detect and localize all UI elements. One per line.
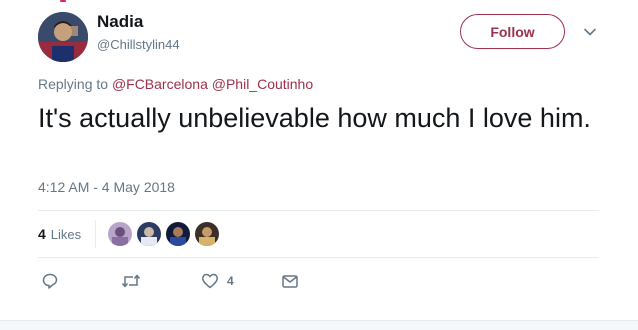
reply-button[interactable] <box>41 272 121 290</box>
direct-message-button[interactable] <box>281 272 321 290</box>
liker-avatar[interactable] <box>108 222 133 246</box>
liker-avatar[interactable] <box>166 222 191 246</box>
avatar[interactable] <box>38 12 88 62</box>
envelope-icon <box>281 272 299 290</box>
chevron-down-icon[interactable] <box>582 24 598 40</box>
mention-link-fcbarcelona[interactable]: @FCBarcelona <box>112 76 208 92</box>
tweet-actions: 4 <box>38 270 321 292</box>
retweet-icon <box>121 272 141 290</box>
author-name[interactable]: Nadia <box>97 12 143 32</box>
tweet-card: Nadia @Chillstylin44 Follow Replying to … <box>0 0 638 330</box>
stats-separator <box>95 220 97 248</box>
reply-context: Replying to @FCBarcelona @Phil_Coutinho <box>38 76 313 92</box>
reply-prefix: Replying to <box>38 76 109 92</box>
author-handle[interactable]: @Chillstylin44 <box>97 37 180 52</box>
follow-button[interactable]: Follow <box>460 14 565 49</box>
liker-avatar[interactable] <box>137 222 162 246</box>
likers-avatars <box>108 222 224 246</box>
reply-icon <box>41 272 59 290</box>
divider <box>38 257 599 258</box>
likes-count[interactable]: 4 <box>38 226 46 242</box>
tweet-stats: 4 Likes <box>38 211 224 257</box>
mention-link-phil-coutinho[interactable]: @Phil_Coutinho <box>212 76 313 92</box>
accent-mark <box>60 0 66 2</box>
tweet-timestamp[interactable]: 4:12 AM - 4 May 2018 <box>38 179 175 195</box>
like-count: 4 <box>227 274 234 288</box>
tweet-text: It's actually unbelievable how much I lo… <box>38 103 591 133</box>
liker-avatar[interactable] <box>195 222 220 246</box>
heart-icon <box>201 272 219 290</box>
retweet-button[interactable] <box>121 272 201 290</box>
footer-band <box>0 320 638 330</box>
likes-label[interactable]: Likes <box>51 227 81 242</box>
like-button[interactable]: 4 <box>201 272 281 290</box>
